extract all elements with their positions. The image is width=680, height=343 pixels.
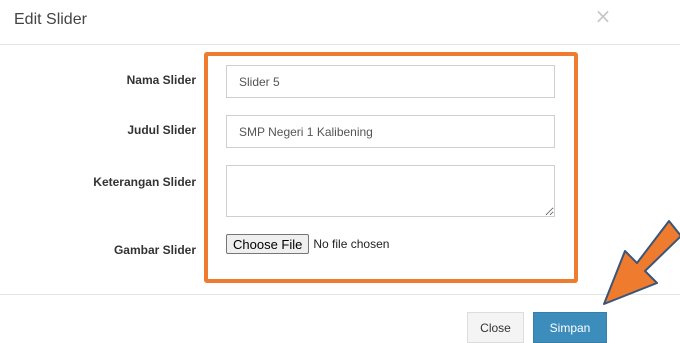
modal-title: Edit Slider <box>14 11 87 28</box>
modal-footer: Close Simpan <box>0 294 680 343</box>
close-button[interactable]: Close <box>467 312 524 343</box>
nama-slider-input[interactable] <box>226 65 555 98</box>
keterangan-slider-label: Keterangan Slider <box>93 175 196 189</box>
save-button[interactable]: Simpan <box>533 312 607 343</box>
nama-slider-label: Nama Slider <box>126 73 196 87</box>
modal-header: Edit Slider × <box>0 0 680 45</box>
judul-slider-input[interactable] <box>226 115 555 148</box>
judul-slider-label: Judul Slider <box>127 123 196 137</box>
keterangan-slider-textarea[interactable] <box>226 165 555 217</box>
gambar-slider-label: Gambar Slider <box>113 243 196 257</box>
file-status-text: No file chosen <box>313 237 390 251</box>
close-icon[interactable]: × <box>593 6 613 26</box>
file-upload-control: Choose File No file chosen <box>226 234 389 254</box>
choose-file-button[interactable]: Choose File <box>226 234 310 254</box>
